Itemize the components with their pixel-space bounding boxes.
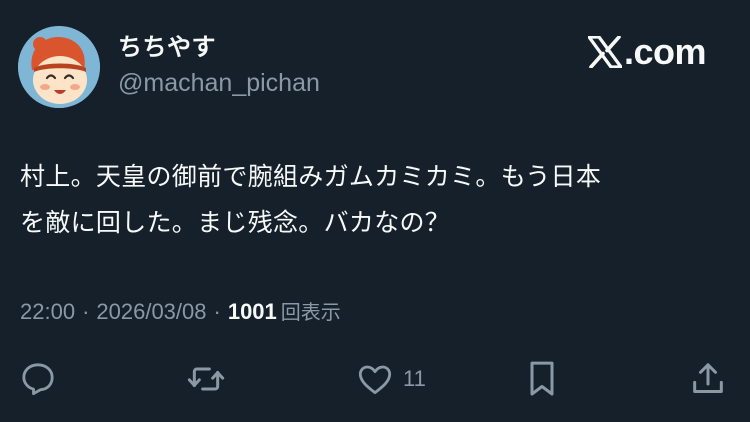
meta-separator: ·	[213, 299, 221, 324]
bookmark-button[interactable]	[525, 356, 559, 402]
reply-button[interactable]	[18, 356, 58, 402]
action-bar: 11	[0, 356, 750, 402]
avatar[interactable]	[18, 26, 100, 108]
reply-icon	[22, 363, 54, 396]
user-info: ちちやす @machan_pichan	[118, 32, 320, 100]
like-button[interactable]: 11	[355, 356, 426, 402]
meta-separator: ·	[82, 299, 90, 324]
brand-logo: .com	[587, 31, 707, 72]
x-logo-icon	[587, 36, 622, 68]
tweet-time[interactable]: 22:00	[20, 299, 75, 325]
tweet-text: 村上。天皇の御前で腕組みガムカミカミ。もう日本 を敵に回した。まじ残念。バカなの…	[20, 162, 602, 237]
views-count[interactable]: 1001	[228, 299, 277, 325]
like-count: 11	[403, 366, 426, 391]
brand-domain: .com	[623, 31, 707, 72]
display-name[interactable]: ちちやす	[118, 32, 320, 62]
bookmark-icon	[530, 361, 554, 396]
share-button[interactable]	[688, 356, 728, 402]
heart-icon	[358, 365, 392, 395]
retweet-button[interactable]	[185, 356, 227, 402]
cartoon-child-avatar-icon	[18, 26, 100, 108]
retweet-icon	[187, 367, 225, 391]
views-label: 回表示	[280, 300, 341, 324]
tweet-card: ちちやす @machan_pichan .com 村上。天皇の御前で腕組みガムカ…	[0, 0, 750, 422]
share-icon	[693, 363, 723, 393]
user-handle[interactable]: @machan_pichan	[118, 66, 320, 100]
tweet-meta: 22:00 · 2026/03/08 · 1001 回表示	[20, 296, 341, 325]
tweet-date[interactable]: 2026/03/08	[96, 299, 206, 325]
